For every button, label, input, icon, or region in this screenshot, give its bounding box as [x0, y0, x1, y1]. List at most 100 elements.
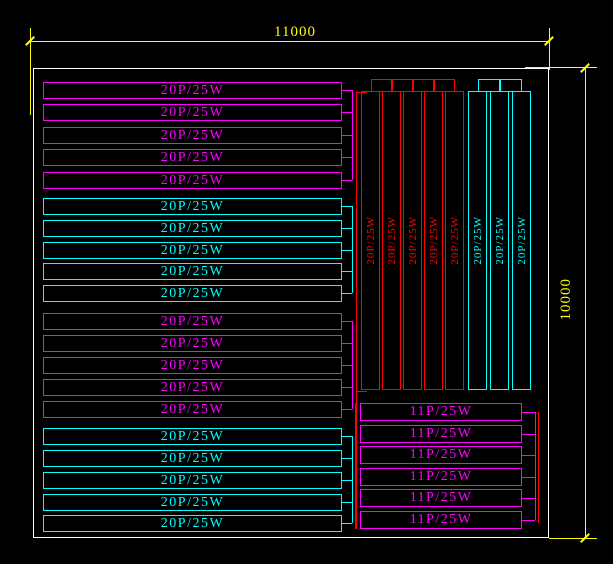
horizontal-unit-bar: 20P/25W	[43, 357, 342, 374]
unit-bar-stub	[342, 112, 352, 113]
unit-bar-stub	[342, 321, 352, 322]
unit-bar-stub	[342, 365, 352, 366]
unit-bar-stub	[342, 387, 352, 388]
unit-bar-stub	[342, 250, 352, 251]
horizontal-unit-bar-label: 20P/25W	[161, 199, 224, 215]
unit-bar-stub	[342, 458, 352, 459]
red-trunk-line	[356, 92, 357, 529]
unit-bar-stub	[342, 436, 352, 437]
horizontal-unit-bar-label: 20P/25W	[161, 473, 224, 489]
vertical-unit-bar: 20P/25W	[512, 91, 531, 390]
vertical-bar-top-cap	[413, 79, 434, 92]
vertical-unit-bar-label: 20P/25W	[386, 216, 398, 265]
group-manifold-line	[352, 90, 353, 180]
horizontal-unit-bar-label: 20P/25W	[161, 150, 224, 166]
bottom-unit-bar-label: 11P/25W	[410, 512, 473, 528]
unit-bar-stub	[342, 502, 352, 503]
bottom-manifold-line	[535, 412, 536, 520]
bottom-bar-stub	[522, 455, 535, 456]
unit-bar-stub	[342, 480, 352, 481]
bottom-unit-bar: 11P/25W	[360, 403, 522, 421]
dim-right-line	[585, 68, 586, 538]
bottom-left-red-line	[355, 403, 356, 529]
bottom-bar-stub	[522, 477, 535, 478]
unit-bar-stub	[342, 343, 352, 344]
dim-top-line	[30, 41, 549, 42]
bottom-unit-bar: 11P/25W	[360, 489, 522, 507]
bottom-unit-bar-label: 11P/25W	[410, 447, 473, 463]
horizontal-unit-bar-label: 20P/25W	[161, 286, 224, 302]
group-manifold-line	[352, 436, 353, 523]
horizontal-unit-bar: 20P/25W	[43, 127, 342, 144]
horizontal-unit-bar: 20P/25W	[43, 379, 342, 396]
dim-right-label: 10000	[558, 263, 574, 335]
unit-bar-stub	[342, 180, 352, 181]
horizontal-unit-bar: 20P/25W	[43, 198, 342, 215]
horizontal-unit-bar: 20P/25W	[43, 285, 342, 302]
bottom-bar-stub	[522, 434, 535, 435]
vertical-unit-bar: 20P/25W	[445, 91, 464, 390]
unit-bar-stub	[342, 271, 352, 272]
horizontal-unit-bar: 20P/25W	[43, 242, 342, 259]
horizontal-unit-bar: 20P/25W	[43, 494, 342, 511]
red-trunk-bend-bottom	[356, 391, 367, 392]
vertical-unit-bar-label: 20P/25W	[516, 216, 528, 265]
horizontal-unit-bar-label: 20P/25W	[161, 402, 224, 418]
unit-bar-stub	[342, 206, 352, 207]
horizontal-unit-bar-label: 20P/25W	[161, 314, 224, 330]
horizontal-unit-bar-label: 20P/25W	[161, 429, 224, 445]
bottom-unit-bar-label: 11P/25W	[410, 426, 473, 442]
horizontal-unit-bar-label: 20P/25W	[161, 83, 224, 99]
vertical-unit-bar-label: 20P/25W	[428, 216, 440, 265]
bottom-unit-bar-label: 11P/25W	[410, 469, 473, 485]
vertical-unit-bar-label: 20P/25W	[472, 216, 484, 265]
horizontal-unit-bar: 20P/25W	[43, 472, 342, 489]
horizontal-unit-bar-label: 20P/25W	[161, 358, 224, 374]
horizontal-unit-bar: 20P/25W	[43, 401, 342, 418]
bottom-unit-bar-label: 11P/25W	[410, 404, 473, 420]
horizontal-unit-bar-label: 20P/25W	[161, 336, 224, 352]
vertical-unit-bar: 20P/25W	[424, 91, 443, 390]
horizontal-unit-bar-label: 20P/25W	[161, 243, 224, 259]
horizontal-unit-bar: 20P/25W	[43, 428, 342, 445]
vertical-unit-bar: 20P/25W	[403, 91, 422, 390]
bottom-bar-stub	[522, 520, 535, 521]
horizontal-unit-bar: 20P/25W	[43, 149, 342, 166]
vertical-unit-bar: 20P/25W	[382, 91, 401, 390]
dim-right-ext-bottom	[549, 538, 597, 539]
bottom-red-manifold-line	[538, 412, 539, 523]
dim-top-label: 11000	[250, 24, 340, 41]
horizontal-unit-bar: 20P/25W	[43, 104, 342, 121]
horizontal-unit-bar-label: 20P/25W	[161, 221, 224, 237]
horizontal-unit-bar-label: 20P/25W	[161, 495, 224, 511]
horizontal-unit-bar-label: 20P/25W	[161, 173, 224, 189]
horizontal-unit-bar-label: 20P/25W	[161, 128, 224, 144]
bottom-bar-stub	[522, 498, 535, 499]
bottom-unit-bar: 11P/25W	[360, 425, 522, 443]
vertical-bar-top-cap	[434, 79, 455, 92]
bottom-unit-bar-label: 11P/25W	[410, 490, 473, 506]
group-manifold-line	[352, 321, 353, 409]
horizontal-unit-bar: 20P/25W	[43, 515, 342, 532]
horizontal-unit-bar-label: 20P/25W	[161, 516, 224, 532]
horizontal-unit-bar-label: 20P/25W	[161, 380, 224, 396]
horizontal-unit-bar: 20P/25W	[43, 313, 342, 330]
horizontal-unit-bar: 20P/25W	[43, 263, 342, 280]
unit-bar-stub	[342, 90, 352, 91]
unit-bar-stub	[342, 523, 352, 524]
horizontal-unit-bar: 20P/25W	[43, 82, 342, 99]
bottom-unit-bar: 11P/25W	[360, 446, 522, 464]
dim-top-ext-right	[549, 28, 550, 70]
bottom-unit-bar: 11P/25W	[360, 511, 522, 529]
vertical-bar-top-cap	[371, 79, 392, 92]
unit-bar-stub	[342, 409, 352, 410]
horizontal-unit-bar: 20P/25W	[43, 220, 342, 237]
horizontal-unit-bar-label: 20P/25W	[161, 105, 224, 121]
vertical-unit-bar: 20P/25W	[361, 91, 380, 390]
horizontal-unit-bar: 20P/25W	[43, 172, 342, 189]
vertical-unit-bar-label: 20P/25W	[365, 216, 377, 265]
bottom-bar-stub	[522, 412, 535, 413]
vertical-bar-top-cap	[500, 79, 522, 92]
unit-bar-stub	[342, 228, 352, 229]
vertical-bar-top-cap	[392, 79, 413, 92]
